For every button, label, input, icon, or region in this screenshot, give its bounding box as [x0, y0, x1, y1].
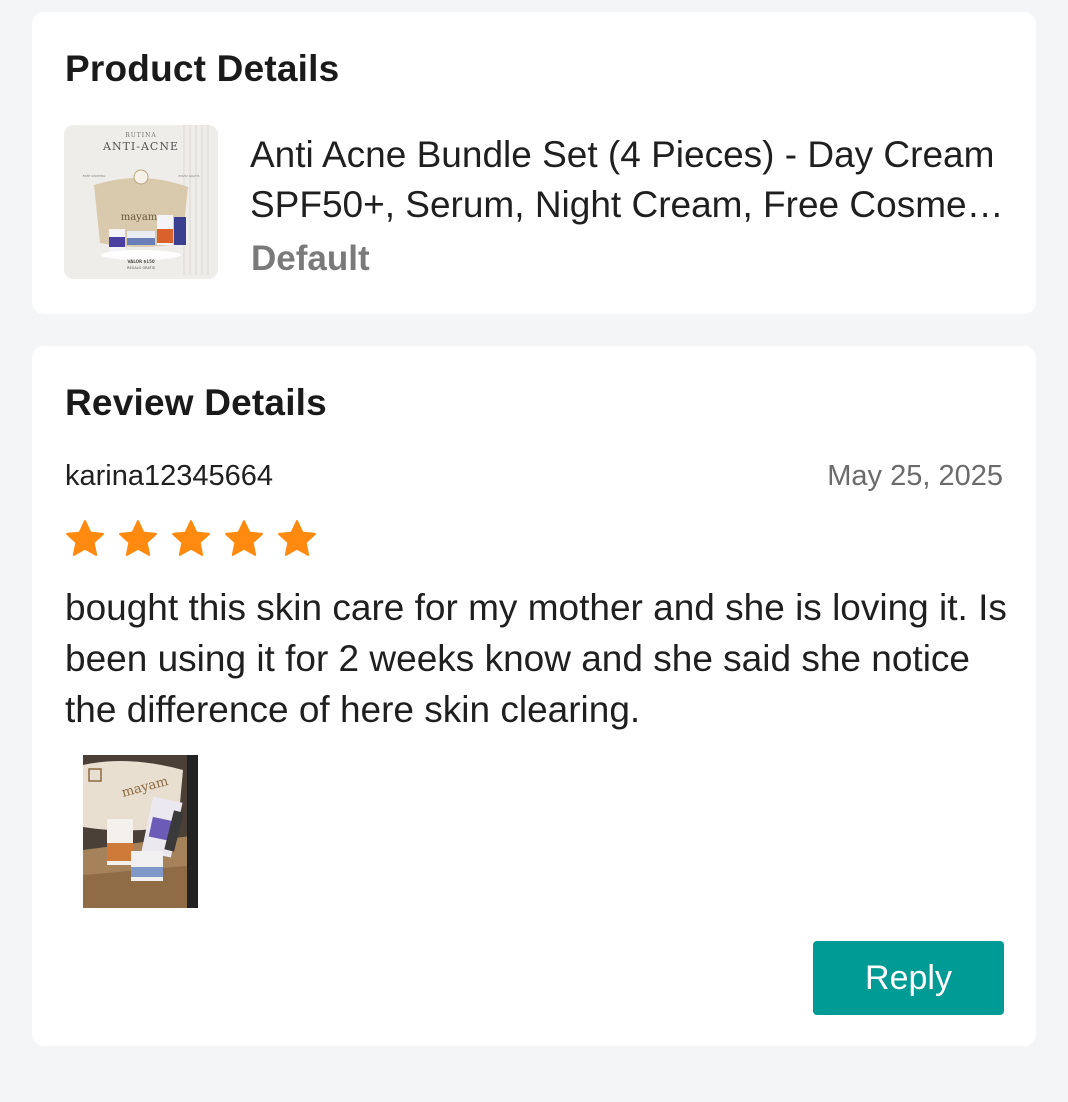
review-details-title: Review Details: [65, 382, 327, 423]
thumb-left-tag: FREE SHIPPING: [83, 174, 106, 178]
thumb-line2: ANTI-ACNE: [102, 140, 179, 153]
product-image: RUTINA ANTI-ACNE FREE SHIPPING ENVIO GRA…: [64, 125, 218, 279]
product-details-title: Product Details: [65, 48, 340, 89]
product-name[interactable]: Anti Acne Bundle Set (4 Pieces) - Day Cr…: [250, 130, 1010, 230]
reply-button[interactable]: Reply: [813, 941, 1004, 1015]
thumb-right-tag: ENVIO GRATIS: [178, 174, 199, 178]
review-text: bought this skin care for my mother and …: [65, 587, 1007, 730]
product-thumbnail[interactable]: RUTINA ANTI-ACNE FREE SHIPPING ENVIO GRA…: [64, 125, 218, 279]
review-date: May 25, 2025: [827, 460, 1003, 492]
reviewer-username: karina12345664: [65, 460, 274, 492]
thumb-gift: REGALO GRATIS: [127, 266, 156, 270]
product-variant: Default: [251, 239, 370, 278]
star-icon: [225, 520, 263, 556]
star-icon: [66, 520, 104, 556]
thumb-line1: RUTINA: [125, 132, 157, 139]
review-photo-image: mayam: [83, 755, 198, 908]
star-icon: [278, 520, 316, 556]
star-icon: [172, 520, 210, 556]
thumb-value: VALOR $150: [127, 259, 155, 264]
review-photo[interactable]: mayam: [83, 755, 198, 908]
product-details-card: Product Details RUTINA ANTI-ACNE FREE SH…: [32, 12, 1036, 314]
thumb-brand: mayam: [121, 212, 158, 223]
star-icon: [119, 520, 157, 556]
review-details-card: Review Details karina12345664 May 25, 20…: [32, 346, 1036, 1046]
star-rating: [64, 518, 318, 562]
